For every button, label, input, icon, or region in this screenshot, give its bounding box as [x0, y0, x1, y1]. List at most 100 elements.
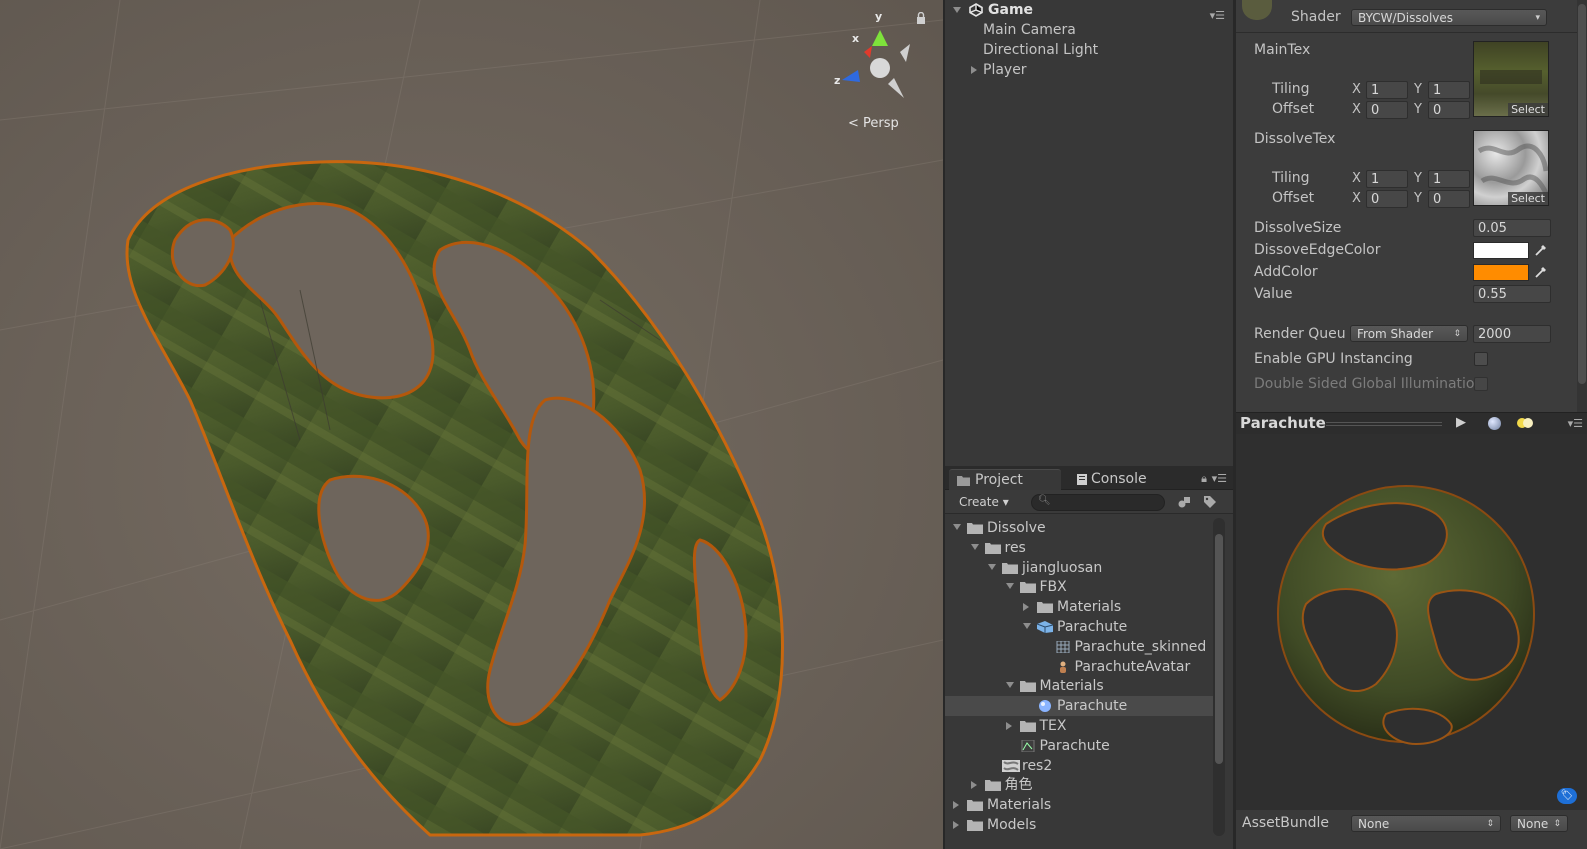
preview-sphere-icon[interactable] [1488, 417, 1501, 430]
maintex-tiling-y-field[interactable]: 1 [1428, 81, 1470, 99]
dissolvetex-offset-x-field[interactable]: 0 [1366, 190, 1408, 208]
folder-icon [1037, 602, 1053, 614]
maintex-select-button[interactable]: Select [1508, 103, 1548, 116]
tree-item-label: Parachute [1039, 737, 1110, 754]
dissolvetex-thumbnail[interactable]: Select [1473, 130, 1549, 206]
collapsed-triangle-icon[interactable] [953, 821, 959, 829]
hierarchy-item-main-camera[interactable]: Main Camera [945, 20, 1233, 40]
expand-triangle-icon[interactable] [953, 7, 961, 13]
inspector-scrollbar[interactable] [1577, 0, 1587, 412]
dissolve-size-field[interactable]: 0.05 [1473, 219, 1551, 237]
expanded-triangle-icon[interactable] [970, 543, 979, 550]
expand-triangle-icon[interactable] [971, 66, 977, 74]
project-scrollbar[interactable] [1213, 518, 1225, 836]
add-color-swatch[interactable] [1473, 264, 1529, 281]
dissolvetex-tiling-y-field[interactable]: 1 [1428, 170, 1470, 188]
collapsed-triangle-icon[interactable] [1023, 603, 1029, 612]
lock-icon[interactable] [916, 12, 926, 24]
tree-item-[interactable]: 角色 [945, 775, 1213, 795]
expanded-triangle-icon[interactable] [988, 563, 996, 570]
tab-project[interactable]: Project [949, 469, 1061, 490]
hierarchy-item-label: Main Camera [983, 22, 1076, 38]
collapsed-triangle-icon[interactable] [1005, 722, 1012, 730]
tab-console[interactable]: Console [1065, 469, 1175, 490]
expanded-triangle-icon[interactable] [1005, 682, 1014, 689]
hierarchy-item-player[interactable]: Player [945, 60, 1233, 80]
tree-item-parachute[interactable]: Parachute [945, 617, 1213, 637]
render-queue-dropdown[interactable]: From Shader ⇕ [1350, 325, 1468, 342]
maintex-offset-y-field[interactable]: 0 [1428, 101, 1470, 119]
filter-by-type-icon[interactable] [1177, 495, 1191, 509]
svg-text:x: x [852, 32, 859, 45]
orientation-gizmo[interactable]: y x z [828, 8, 928, 108]
tree-item-materials[interactable]: Materials [945, 676, 1213, 696]
tree-item-materials[interactable]: Materials [945, 597, 1213, 617]
projection-label: Persp [863, 116, 899, 131]
scene-view[interactable]: y x z < Persp [0, 0, 943, 849]
chevron-down-icon: ▾ [1535, 13, 1540, 23]
tree-item-res2[interactable]: res2 [945, 756, 1213, 776]
tree-item-dissolve[interactable]: Dissolve [945, 518, 1213, 538]
panel-menu-icon[interactable]: ▾☰ [1568, 417, 1583, 430]
tree-item-tex[interactable]: TEX [945, 716, 1213, 736]
scrollbar-thumb[interactable] [1578, 4, 1586, 384]
material-preview[interactable]: 🏷︎ [1236, 434, 1587, 810]
dissolvetex-tiling-x-field[interactable]: 1 [1366, 170, 1408, 188]
tree-item-parachute[interactable]: Parachute [945, 696, 1213, 717]
scene-canvas[interactable] [0, 0, 943, 849]
gpu-instancing-checkbox[interactable] [1474, 352, 1488, 366]
gpu-instancing-label: Enable GPU Instancing [1254, 351, 1413, 367]
asset-bundle-variant-value: None [1517, 817, 1549, 831]
dissolvetex-offset-y-field[interactable]: 0 [1428, 190, 1470, 208]
tree-item-models[interactable]: Models [945, 815, 1213, 835]
filter-by-label-icon[interactable] [1203, 495, 1217, 509]
hierarchy-item-label: Player [983, 62, 1027, 78]
collapsed-triangle-icon[interactable] [953, 801, 959, 810]
render-queue-field[interactable]: 2000 [1473, 325, 1551, 343]
double-sided-gi-checkbox[interactable] [1474, 377, 1488, 391]
search-input[interactable]: 🔍︎ [1031, 494, 1165, 511]
tree-item-label: Dissolve [987, 520, 1046, 536]
dissolvetex-select-button[interactable]: Select [1508, 192, 1548, 205]
expanded-triangle-icon[interactable] [953, 524, 961, 530]
asset-bundle-variant-dropdown[interactable]: None ⇕ [1510, 815, 1568, 832]
edge-color-swatch[interactable] [1473, 242, 1529, 259]
hierarchy-item-directional-light[interactable]: Directional Light [945, 40, 1233, 60]
maintex-offset-x-field[interactable]: 0 [1366, 101, 1408, 119]
value-field[interactable]: 0.55 [1473, 285, 1551, 303]
tree-item-res[interactable]: res [945, 538, 1213, 558]
tree-item-parachute[interactable]: Parachute [945, 736, 1213, 756]
eyedropper-icon[interactable] [1534, 265, 1548, 279]
eyedropper-icon[interactable] [1534, 243, 1548, 257]
maintex-tiling-x-field[interactable]: 1 [1366, 81, 1408, 99]
expanded-triangle-icon[interactable] [1005, 583, 1014, 590]
tree-item-materials[interactable]: Materials [945, 795, 1213, 815]
tree-item-label: jiangluosan [1022, 559, 1103, 576]
preview-resize-grip[interactable] [1326, 422, 1442, 426]
projection-toggle[interactable]: < Persp [848, 116, 899, 131]
preview-sphere[interactable] [1236, 434, 1587, 810]
maintex-thumbnail[interactable]: Select [1473, 41, 1549, 117]
divider [1236, 32, 1577, 33]
asset-bundle-name-dropdown[interactable]: None ⇕ [1351, 815, 1501, 832]
create-button[interactable]: Create ▾ [951, 493, 1017, 511]
render-queue-mode: From Shader [1357, 327, 1434, 341]
lock-icon[interactable]: 🔒︎ [1201, 472, 1207, 486]
prefab-icon [1021, 739, 1034, 752]
tree-item-fbx[interactable]: FBX [945, 577, 1213, 597]
shader-dropdown[interactable]: BYCW/Dissolves ▾ [1351, 9, 1547, 26]
scrollbar-thumb[interactable] [1215, 534, 1223, 764]
asset-bundle-bar: AssetBundle None ⇕ None ⇕ [1236, 810, 1587, 849]
play-icon[interactable]: ▶ [1456, 415, 1466, 430]
hierarchy-scene-name: Game [988, 2, 1034, 18]
hierarchy-root[interactable]: Game ▾☰ [945, 0, 1233, 22]
tree-item-parachuteavatar[interactable]: ParachuteAvatar [945, 657, 1213, 677]
tree-item-jiangluosan[interactable]: jiangluosan [945, 558, 1213, 578]
persp-chevron-icon: < [848, 116, 859, 131]
preview-header[interactable]: Parachute ▶ ▾☰ [1236, 412, 1587, 434]
expanded-triangle-icon[interactable] [1023, 623, 1031, 629]
tree-item-parachute-skinned[interactable]: Parachute_skinned [945, 637, 1213, 657]
asset-label-icon[interactable]: 🏷︎ [1557, 788, 1577, 804]
collapsed-triangle-icon[interactable] [970, 781, 977, 790]
panel-menu-icon[interactable]: ▾☰ [1212, 472, 1227, 485]
